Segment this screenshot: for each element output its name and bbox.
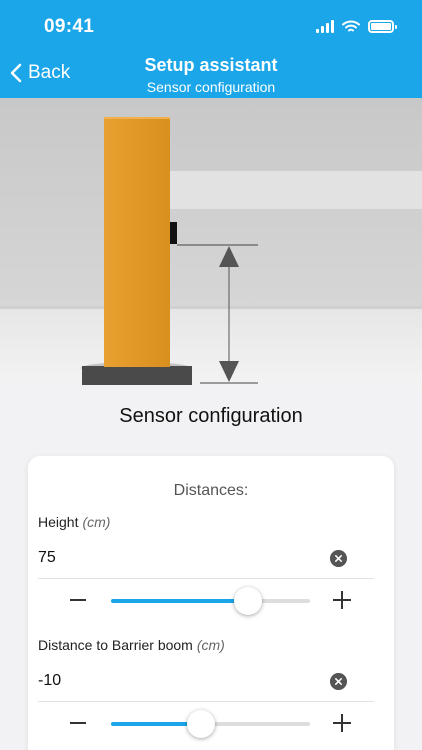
- boom-distance-label: Distance to Barrier boom (cm): [38, 637, 225, 653]
- card-title: Distances:: [173, 482, 249, 499]
- plus-icon[interactable]: [333, 714, 351, 732]
- battery-icon: [368, 20, 397, 33]
- nav-subtitle: Sensor configuration: [146, 79, 276, 95]
- status-time: 09:41: [44, 16, 95, 37]
- header: 09:41 Back Setup assistant Sensor config…: [0, 0, 422, 98]
- plus-icon[interactable]: [333, 591, 351, 609]
- minus-icon[interactable]: [70, 599, 86, 601]
- boom-distance-unit: (cm): [196, 637, 225, 653]
- height-label: Height (cm): [38, 514, 110, 530]
- boom-distance-field[interactable]: -10: [38, 672, 61, 690]
- height-slider-thumb[interactable]: [234, 587, 263, 615]
- wifi-icon: [342, 20, 360, 32]
- boom-distance-divider: [38, 701, 374, 702]
- nav-title: Setup assistant: [144, 55, 278, 75]
- sensor-illustration: [0, 98, 422, 385]
- status-icons: [316, 20, 397, 33]
- minus-icon[interactable]: [70, 722, 86, 724]
- boom-distance-slider[interactable]: [111, 710, 310, 738]
- clear-icon[interactable]: [330, 673, 347, 690]
- signal-icon: [316, 20, 334, 33]
- main-content: Sensor configuration Distances: Height (c…: [0, 385, 422, 750]
- boom-distance-label-text: Distance to Barrier boom: [38, 637, 193, 653]
- height-label-text: Height: [38, 514, 79, 530]
- height-field[interactable]: 75: [38, 549, 56, 567]
- height-unit: (cm): [82, 514, 111, 530]
- clear-icon[interactable]: [330, 550, 347, 567]
- height-stepper: [60, 585, 360, 617]
- height-slider-fill: [111, 599, 249, 603]
- boom-distance-stepper: [60, 708, 360, 740]
- page-heading: Sensor configuration: [119, 405, 303, 427]
- height-divider: [38, 578, 374, 579]
- boom-distance-slider-thumb[interactable]: [186, 710, 215, 738]
- height-slider[interactable]: [111, 587, 310, 615]
- scene-drawing: [0, 98, 422, 385]
